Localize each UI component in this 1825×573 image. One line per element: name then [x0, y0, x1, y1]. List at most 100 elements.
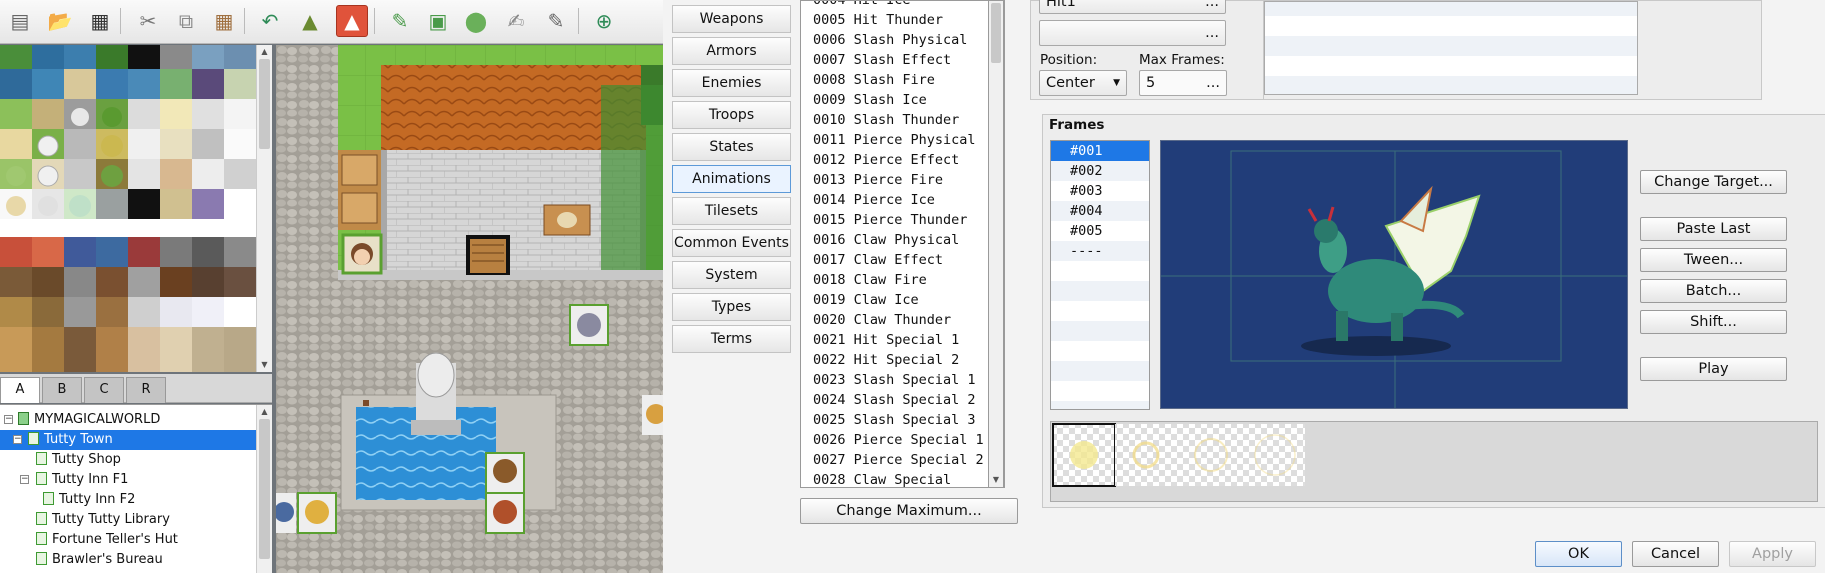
tree-item-fortune-teller[interactable]: Fortune Teller's Hut [0, 530, 256, 550]
animation-list-item[interactable]: 0012 Pierce Effect [813, 150, 959, 170]
scrollbar-thumb[interactable] [259, 59, 270, 149]
category-states[interactable]: States [672, 133, 791, 161]
tab-r[interactable]: R [126, 377, 166, 403]
animation-list-item[interactable]: 0013 Pierce Fire [813, 170, 943, 190]
cut-button[interactable]: ✂ [132, 5, 164, 37]
animation-list-item[interactable]: 0011 Pierce Physical [813, 130, 976, 150]
frame-list-item[interactable]: #003 [1051, 181, 1149, 201]
animation-list-item[interactable]: 0019 Claw Ice [813, 290, 919, 310]
ok-button[interactable]: OK [1535, 541, 1622, 567]
scrollbar-thumb[interactable] [991, 3, 1001, 63]
image1-ellipsis-icon[interactable]: ... [1205, 0, 1219, 13]
map-canvas[interactable] [276, 45, 663, 573]
image2-ellipsis-icon[interactable]: ... [1205, 21, 1219, 45]
category-animations[interactable]: Animations [672, 165, 791, 193]
copy-button[interactable]: ⧉ [170, 5, 202, 37]
scroll-down-arrow-icon[interactable]: ▼ [257, 358, 272, 372]
cancel-button[interactable]: Cancel [1632, 541, 1719, 567]
animation-list-item[interactable]: 0007 Slash Effect [813, 50, 951, 70]
tree-item-brawlers-bureau[interactable]: Brawler's Bureau [0, 550, 256, 570]
tree-item-tutty-shop[interactable]: Tutty Shop [0, 450, 256, 470]
animation-preview[interactable] [1160, 140, 1628, 409]
frame-list-item[interactable]: #004 [1051, 201, 1149, 221]
animation-list-item[interactable]: 0028 Claw Special [813, 470, 951, 487]
palette-scrollbar[interactable]: ▲ ▼ [256, 45, 272, 372]
map-mode-button[interactable]: ▲ [294, 5, 326, 37]
animation-list-scrollbar[interactable]: ▼ [988, 0, 1004, 488]
animation-list-item[interactable]: 0026 Pierce Special 1 [813, 430, 984, 450]
animation-list[interactable]: 0004 Hit Ice 0005 Hit Thunder 0006 Slash P… [800, 0, 1005, 488]
cell-pattern-strip[interactable] [1050, 421, 1818, 502]
change-maximum-button[interactable]: Change Maximum... [800, 498, 1018, 524]
shadow-pen-button[interactable]: ✎ [540, 5, 572, 37]
animation-list-item[interactable]: 0017 Claw Effect [813, 250, 943, 270]
map-tree-scrollbar[interactable]: ▲ [256, 405, 272, 573]
animation-list-item[interactable]: 0004 Hit Ice [813, 1, 911, 10]
tween-button[interactable]: Tween... [1640, 248, 1787, 272]
cell-patterns[interactable] [1051, 422, 1817, 501]
animation-list-item[interactable]: 0021 Hit Special 1 [813, 330, 959, 350]
frame-list-item[interactable]: #005 [1051, 221, 1149, 241]
animation-list-item[interactable]: 0016 Claw Physical [813, 230, 959, 250]
category-terms[interactable]: Terms [672, 325, 791, 353]
category-troops[interactable]: Troops [672, 101, 791, 129]
pencil-button[interactable]: ✎ [384, 5, 416, 37]
image1-field[interactable]: Hit1 ... [1039, 0, 1226, 14]
tab-a[interactable]: A [0, 377, 40, 403]
animation-list-item[interactable]: 0023 Slash Special 1 [813, 370, 976, 390]
map-render[interactable] [276, 45, 663, 573]
timing-list[interactable] [1264, 1, 1638, 95]
change-target-button[interactable]: Change Target... [1640, 170, 1787, 194]
zoom-in-button[interactable]: ⊕ [588, 5, 620, 37]
category-types[interactable]: Types [672, 293, 791, 321]
collapse-icon[interactable]: − [4, 415, 13, 424]
max-frames-ellipsis-icon[interactable]: ... [1206, 71, 1220, 95]
animation-list-item[interactable]: 0005 Hit Thunder [813, 10, 943, 30]
category-weapons[interactable]: Weapons [672, 5, 791, 33]
frame-list-item[interactable]: #001 [1051, 141, 1149, 161]
category-tilesets[interactable]: Tilesets [672, 197, 791, 225]
category-system[interactable]: System [672, 261, 791, 289]
max-frames-field[interactable]: 5 ... [1139, 70, 1227, 96]
tree-item-tutty-inn-f2[interactable]: Tutty Inn F2 [0, 490, 256, 510]
flood-fill-button[interactable]: ✍ [500, 5, 532, 37]
scroll-down-arrow-icon[interactable]: ▼ [989, 473, 1003, 487]
tree-item-library[interactable]: Tutty Tutty Library [0, 510, 256, 530]
collapse-icon[interactable]: − [20, 475, 29, 484]
animation-list-item[interactable]: 0006 Slash Physical [813, 30, 967, 50]
rectangle-button[interactable]: ▣ [422, 5, 454, 37]
animation-list-item[interactable]: 0018 Claw Fire [813, 270, 927, 290]
scroll-up-arrow-icon[interactable]: ▲ [257, 405, 272, 419]
animation-list-item[interactable]: 0022 Hit Special 2 [813, 350, 959, 370]
animation-list-item[interactable]: 0024 Slash Special 2 [813, 390, 976, 410]
animation-list-item[interactable]: 0014 Pierce Ice [813, 190, 935, 210]
tileset-palette[interactable]: ▲ ▼ [0, 45, 272, 372]
play-button[interactable]: Play [1640, 357, 1787, 381]
new-project-button[interactable]: ▤ [4, 5, 36, 37]
shift-button[interactable]: Shift... [1640, 310, 1787, 334]
tree-item-tutty-town[interactable]: − Tutty Town [0, 430, 256, 450]
collapse-icon[interactable]: − [13, 435, 22, 444]
tileset-grid[interactable] [0, 45, 256, 372]
tab-b[interactable]: B [42, 377, 82, 403]
chevron-down-icon[interactable]: ▼ [1113, 71, 1120, 95]
animation-list-item[interactable]: 0020 Claw Thunder [813, 310, 951, 330]
batch-button[interactable]: Batch... [1640, 279, 1787, 303]
ellipse-button[interactable]: ⬤ [460, 5, 492, 37]
animation-list-item[interactable]: 0027 Pierce Special 2 [813, 450, 984, 470]
animation-list-item[interactable]: 0015 Pierce Thunder [813, 210, 967, 230]
frame-list[interactable]: #001 #002 #003 #004 #005 ---- [1050, 140, 1150, 410]
scroll-up-arrow-icon[interactable]: ▲ [257, 45, 272, 59]
dragon-preview[interactable] [1161, 141, 1628, 409]
animation-list-item[interactable]: 0009 Slash Ice [813, 90, 927, 110]
event-mode-button[interactable]: ▲ [336, 5, 368, 37]
category-common-events[interactable]: Common Events [672, 229, 791, 257]
tree-item-tutty-inn-f1[interactable]: − Tutty Inn F1 [0, 470, 256, 490]
animation-list-item[interactable]: 0008 Slash Fire [813, 70, 935, 90]
animation-list-item[interactable]: 0025 Slash Special 3 [813, 410, 976, 430]
image2-field[interactable]: ... [1039, 20, 1226, 46]
save-button[interactable]: ▦ [84, 5, 116, 37]
category-enemies[interactable]: Enemies [672, 69, 791, 97]
undo-button[interactable]: ↶ [254, 5, 286, 37]
open-folder-button[interactable]: 📂 [44, 5, 76, 37]
